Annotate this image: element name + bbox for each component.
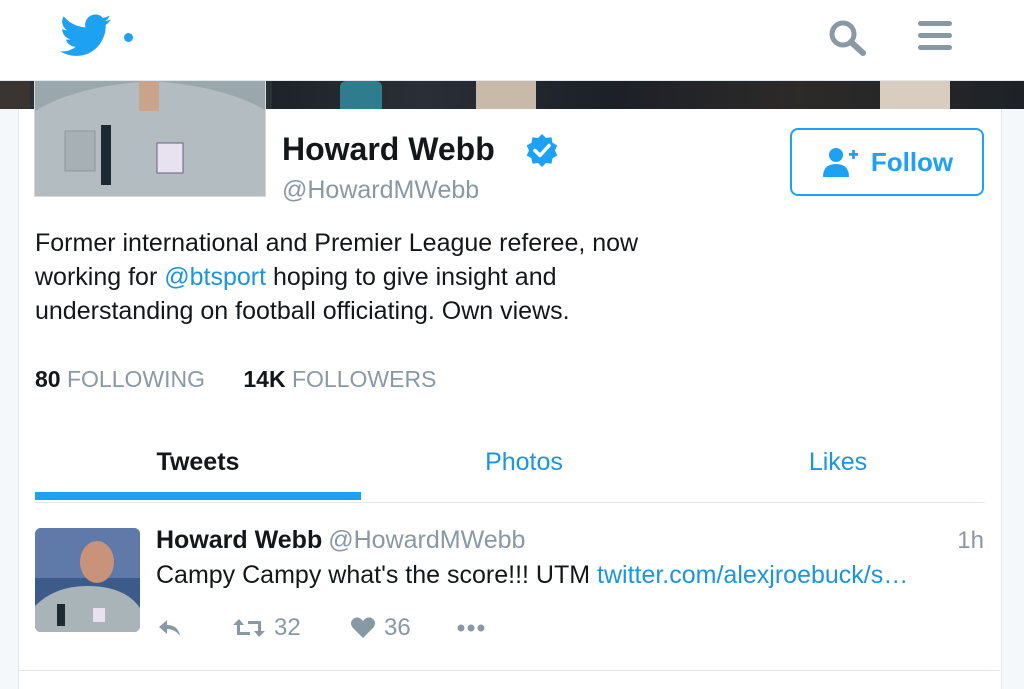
hamburger-menu-icon[interactable]	[916, 18, 956, 54]
tweet-timestamp[interactable]: 1h	[930, 527, 984, 555]
notification-dot-icon	[124, 33, 133, 42]
profile-name: Howard Webb	[282, 131, 495, 167]
tweet-avatar[interactable]	[35, 528, 140, 632]
like-count: 36	[384, 614, 411, 641]
more-dots-icon	[457, 624, 485, 632]
following-label: FOLLOWING	[66, 366, 205, 392]
following-stat[interactable]: 80 FOLLOWING	[35, 366, 205, 393]
reply-button[interactable]	[156, 608, 184, 648]
followers-count: 14K	[243, 366, 286, 392]
add-user-icon	[822, 148, 858, 177]
retweet-count: 32	[274, 614, 301, 641]
tweet-actions: 32 36	[156, 608, 556, 648]
search-icon[interactable]	[826, 18, 870, 58]
follow-button[interactable]: Follow	[790, 128, 984, 196]
tweet-header: Howard Webb @HowardMWebb	[156, 526, 525, 555]
followers-stat[interactable]: 14K FOLLOWERS	[243, 366, 436, 393]
profile-tabs: Tweets Photos Likes	[35, 440, 985, 503]
active-tab-indicator	[35, 492, 361, 500]
retweet-icon	[233, 619, 265, 637]
reply-icon	[159, 620, 180, 636]
tweet-author-handle[interactable]: @HowardMWebb	[328, 526, 525, 554]
twitter-bird-icon[interactable]	[60, 14, 112, 58]
profile-stats: 80 FOLLOWING 14K FOLLOWERS	[35, 366, 468, 393]
tweet-author-name[interactable]: Howard Webb	[156, 526, 322, 554]
verified-badge-icon	[525, 133, 559, 167]
like-button[interactable]: 36	[350, 608, 411, 648]
followers-label: FOLLOWERS	[291, 366, 437, 392]
profile-avatar[interactable]	[34, 81, 266, 197]
tweet-text: Campy Campy what's the score!!! UTM twit…	[156, 561, 976, 590]
top-nav-bar	[0, 0, 1024, 81]
heart-icon	[351, 617, 375, 638]
tweet-body: Campy Campy what's the score!!! UTM	[156, 561, 598, 589]
profile-handle: @HowardMWebb	[282, 176, 480, 204]
profile-bio: Former international and Premier League …	[35, 226, 715, 328]
following-count: 80	[35, 366, 61, 392]
more-options-button[interactable]	[456, 608, 486, 648]
tab-photos[interactable]: Photos	[361, 440, 687, 498]
tab-likes[interactable]: Likes	[675, 440, 1001, 498]
follow-button-label: Follow	[870, 146, 954, 177]
bio-mention-link[interactable]: @btsport	[164, 263, 266, 291]
tab-tweets[interactable]: Tweets	[35, 440, 361, 498]
tweet-divider	[18, 670, 1000, 671]
retweet-button[interactable]: 32	[232, 608, 301, 648]
tweet-link[interactable]: twitter.com/alexjroebuck/s…	[597, 561, 908, 589]
